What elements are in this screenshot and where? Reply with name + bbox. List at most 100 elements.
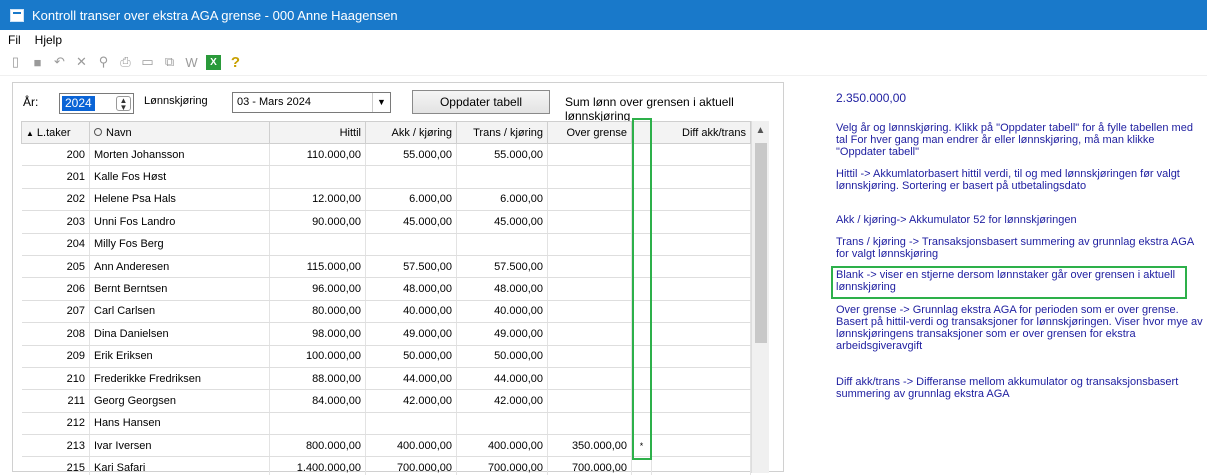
delete-icon[interactable]: ✕ <box>72 53 91 72</box>
cell-diff[interactable] <box>651 389 751 413</box>
col-header-over-grense[interactable]: Over grense <box>547 121 632 144</box>
cell-diff[interactable] <box>651 165 751 189</box>
year-value[interactable]: 2024 <box>62 96 95 111</box>
cell-hittil[interactable]: 115.000,00 <box>269 255 366 279</box>
cell-akk[interactable]: 400.000,00 <box>365 434 457 458</box>
cell-over-grense[interactable] <box>547 322 632 346</box>
cell-navn[interactable]: Morten Johansson <box>89 143 270 167</box>
cell-akk[interactable]: 49.000,00 <box>365 322 457 346</box>
cell-akk[interactable] <box>365 412 457 436</box>
find-icon[interactable]: ⚲ <box>94 53 113 72</box>
cell-trans[interactable]: 40.000,00 <box>456 300 548 324</box>
cell-over-grense[interactable] <box>547 233 632 256</box>
cell-over-grense[interactable] <box>547 412 632 436</box>
cell-trans[interactable]: 42.000,00 <box>456 389 548 413</box>
cell-ltaker[interactable]: 203 <box>21 210 90 234</box>
cell-diff[interactable] <box>651 367 751 391</box>
cell-akk[interactable]: 55.000,00 <box>365 143 457 167</box>
cell-hittil[interactable]: 800.000,00 <box>269 434 366 458</box>
cell-hittil[interactable] <box>269 233 366 256</box>
preview-icon[interactable]: ▭ <box>138 53 157 72</box>
word-export-icon[interactable]: W <box>182 53 201 72</box>
cell-akk[interactable]: 44.000,00 <box>365 367 457 391</box>
cell-trans[interactable] <box>456 165 548 189</box>
cell-navn[interactable]: Hans Hansen <box>89 412 270 436</box>
cell-navn[interactable]: Kalle Fos Høst <box>89 165 270 189</box>
cell-ltaker[interactable]: 207 <box>21 300 90 324</box>
cell-over-grense[interactable] <box>547 210 632 234</box>
cell-hittil[interactable] <box>269 412 366 436</box>
cell-ltaker[interactable]: 201 <box>21 165 90 189</box>
cell-ltaker[interactable]: 210 <box>21 367 90 391</box>
menu-file[interactable]: Fil <box>0 33 27 47</box>
cell-navn[interactable]: Bernt Berntsen <box>89 277 270 301</box>
cell-trans[interactable]: 44.000,00 <box>456 367 548 391</box>
cell-ltaker[interactable]: 212 <box>21 412 90 436</box>
cell-diff[interactable] <box>651 434 751 458</box>
cell-navn[interactable]: Erik Eriksen <box>89 345 270 368</box>
cell-akk[interactable]: 40.000,00 <box>365 300 457 324</box>
col-header-trans-kjoring[interactable]: Trans / kjøring <box>456 121 548 144</box>
cell-diff[interactable] <box>651 322 751 346</box>
cell-hittil[interactable]: 80.000,00 <box>269 300 366 324</box>
cell-diff[interactable] <box>651 255 751 279</box>
cell-diff[interactable] <box>651 188 751 212</box>
print-icon[interactable]: ⎙ <box>116 53 135 72</box>
cell-navn[interactable]: Helene Psa Hals <box>89 188 270 212</box>
col-header-diff[interactable]: Diff akk/trans <box>651 121 751 144</box>
col-header-ltaker[interactable]: ▲ L.taker <box>21 121 90 144</box>
cell-ltaker[interactable]: 202 <box>21 188 90 212</box>
cell-over-grense[interactable] <box>547 345 632 368</box>
cell-diff[interactable] <box>651 456 751 475</box>
cell-navn[interactable]: Kari Safari <box>89 456 270 475</box>
cell-navn[interactable]: Dina Danielsen <box>89 322 270 346</box>
cell-ltaker[interactable]: 208 <box>21 322 90 346</box>
cell-diff[interactable] <box>651 210 751 234</box>
cell-hittil[interactable]: 12.000,00 <box>269 188 366 212</box>
cell-over-grense[interactable] <box>547 300 632 324</box>
cell-navn[interactable]: Carl Carlsen <box>89 300 270 324</box>
cell-trans[interactable]: 400.000,00 <box>456 434 548 458</box>
cell-over-grense[interactable] <box>547 277 632 301</box>
cell-ltaker[interactable]: 200 <box>21 143 90 167</box>
cell-akk[interactable]: 57.500,00 <box>365 255 457 279</box>
cell-akk[interactable]: 700.000,00 <box>365 456 457 475</box>
cell-over-grense[interactable] <box>547 188 632 212</box>
cell-trans[interactable]: 50.000,00 <box>456 345 548 368</box>
cell-akk[interactable]: 42.000,00 <box>365 389 457 413</box>
cell-diff[interactable] <box>651 345 751 368</box>
cell-diff[interactable] <box>651 300 751 324</box>
scrollbar-thumb[interactable] <box>755 143 767 343</box>
cell-ltaker[interactable]: 211 <box>21 389 90 413</box>
undo-icon[interactable]: ↶ <box>50 53 69 72</box>
cell-akk[interactable]: 50.000,00 <box>365 345 457 368</box>
cell-trans[interactable] <box>456 412 548 436</box>
cell-akk[interactable] <box>365 165 457 189</box>
year-spinner[interactable]: 2024 ▲ ▼ <box>59 93 134 114</box>
cell-over-grense[interactable] <box>547 367 632 391</box>
cell-over-grense[interactable]: 350.000,00 <box>547 434 632 458</box>
cell-trans[interactable] <box>456 233 548 256</box>
cell-diff[interactable] <box>651 233 751 256</box>
cell-ltaker[interactable]: 215 <box>21 456 90 475</box>
cell-ltaker[interactable]: 213 <box>21 434 90 458</box>
cell-ltaker[interactable]: 209 <box>21 345 90 368</box>
cell-navn[interactable]: Georg Georgsen <box>89 389 270 413</box>
cell-diff[interactable] <box>651 143 751 167</box>
cell-ltaker[interactable]: 204 <box>21 233 90 256</box>
cell-hittil[interactable]: 84.000,00 <box>269 389 366 413</box>
cell-over-grense[interactable] <box>547 255 632 279</box>
copy-icon[interactable]: ⧉ <box>160 53 179 72</box>
cell-trans[interactable]: 49.000,00 <box>456 322 548 346</box>
cell-hittil[interactable]: 1.400.000,00 <box>269 456 366 475</box>
cell-navn[interactable]: Milly Fos Berg <box>89 233 270 256</box>
cell-hittil[interactable] <box>269 165 366 189</box>
cell-navn[interactable]: Ivar Iversen <box>89 434 270 458</box>
col-header-akk-kjoring[interactable]: Akk / kjøring <box>365 121 457 144</box>
update-table-button[interactable]: Oppdater tabell <box>412 90 550 114</box>
cell-trans[interactable]: 48.000,00 <box>456 277 548 301</box>
cell-hittil[interactable]: 98.000,00 <box>269 322 366 346</box>
menu-help[interactable]: Hjelp <box>27 33 68 47</box>
payroll-select[interactable]: 03 - Mars 2024 ▼ <box>232 92 391 113</box>
cell-hittil[interactable]: 96.000,00 <box>269 277 366 301</box>
